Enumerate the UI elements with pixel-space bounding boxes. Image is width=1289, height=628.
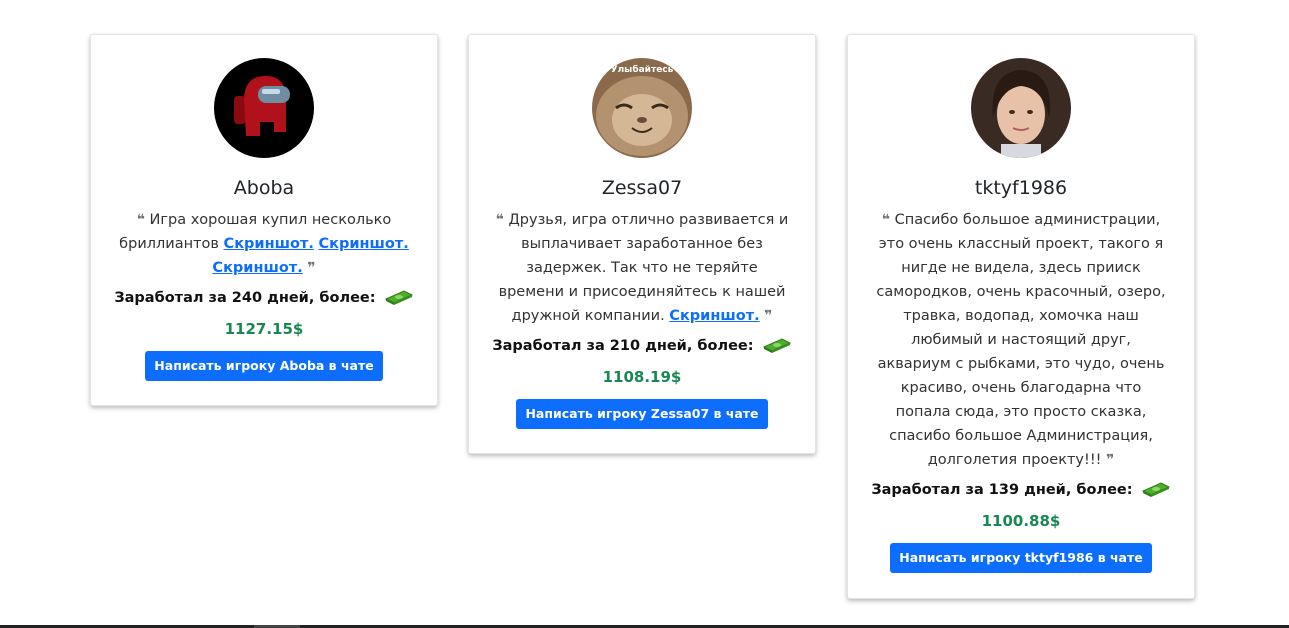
earned-line: Заработал за 139 дней, более: xyxy=(868,478,1174,505)
review-card: Aboba ❝ Игра хорошая купил несколько бри… xyxy=(90,34,438,406)
review-card: Улыбайтесь Zessa07 ❝ Друзья, игра отличн… xyxy=(468,34,816,454)
money-stack-icon xyxy=(1141,481,1171,505)
avatar xyxy=(214,58,314,158)
quote-open-icon: ❝ xyxy=(495,212,504,228)
player-name: Aboba xyxy=(233,177,295,199)
player-name: tktyf1986 xyxy=(974,177,1068,199)
screenshot-link[interactable]: Скриншот. xyxy=(224,236,314,252)
svg-text:Улыбайтесь: Улыбайтесь xyxy=(611,64,674,75)
avatar xyxy=(971,58,1071,158)
review-card: tktyf1986 ❝ Спасибо большое администраци… xyxy=(847,34,1195,599)
money-stack-icon xyxy=(762,337,792,361)
quote-open-icon: ❝ xyxy=(881,212,890,228)
chat-with-player-button[interactable]: Написать игроку tktyf1986 в чате xyxy=(890,543,1152,573)
crewmate-avatar-icon xyxy=(214,58,314,158)
quote-close-icon: ❞ xyxy=(764,308,773,324)
money-stack-icon xyxy=(384,289,414,313)
earned-line: Заработал за 210 дней, более: xyxy=(489,334,795,361)
player-name: Zessa07 xyxy=(601,177,683,199)
screenshot-link[interactable]: Скриншот. xyxy=(212,260,302,276)
woman-avatar-icon xyxy=(971,58,1071,158)
review-text: ❝ Спасибо большое администрации, это оче… xyxy=(876,212,1166,468)
quote-close-icon: ❞ xyxy=(1106,452,1115,468)
earned-line: Заработал за 240 дней, более: xyxy=(111,286,417,313)
screenshot-link[interactable]: Скриншот. xyxy=(669,308,759,324)
avatar: Улыбайтесь xyxy=(592,58,692,158)
cat-avatar-icon: Улыбайтесь xyxy=(592,58,692,158)
review-text: ❝ Друзья, игра отлично развивается и вып… xyxy=(495,212,789,324)
earned-amount: 1100.88$ xyxy=(981,512,1061,530)
earned-amount: 1127.15$ xyxy=(224,320,304,338)
screenshot-link[interactable]: Скриншот. xyxy=(318,236,408,252)
quote-open-icon: ❝ xyxy=(136,212,145,228)
quote-close-icon: ❞ xyxy=(307,260,316,276)
review-text: ❝ Игра хорошая купил несколько бриллиант… xyxy=(119,212,409,276)
earned-amount: 1108.19$ xyxy=(602,368,682,386)
chat-with-player-button[interactable]: Написать игроку Aboba в чате xyxy=(145,351,383,381)
chat-with-player-button[interactable]: Написать игроку Zessa07 в чате xyxy=(516,399,768,429)
